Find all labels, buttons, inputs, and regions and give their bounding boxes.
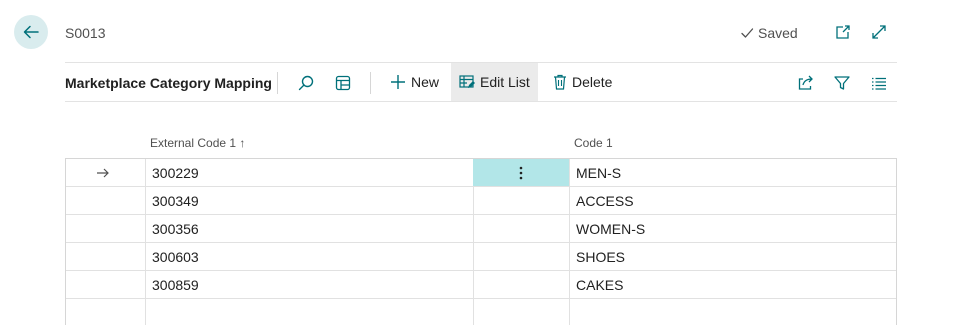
open-new-window-button[interactable]	[833, 22, 853, 42]
table-row[interactable]: 300859 CAKES	[66, 271, 896, 299]
table-row[interactable]: 300229 MEN-S	[66, 159, 896, 187]
share-button[interactable]	[795, 72, 817, 94]
sort-ascending-icon: ↑	[239, 136, 246, 150]
trash-icon	[554, 74, 566, 90]
list-view-button[interactable]	[868, 72, 890, 94]
arrow-left-icon	[23, 25, 39, 39]
column-header-label: Code 1	[574, 136, 613, 150]
saved-status: Saved	[740, 25, 798, 41]
check-icon	[741, 28, 754, 38]
share-icon	[798, 75, 813, 90]
expand-icon	[872, 25, 886, 39]
new-button[interactable]: New	[382, 63, 447, 101]
plus-icon	[391, 75, 405, 89]
divider	[277, 72, 278, 94]
table-row[interactable]: 300603 SHOES	[66, 243, 896, 271]
row-indicator	[96, 159, 116, 186]
external-code-cell[interactable]: 300229	[152, 159, 472, 186]
code-cell[interactable]: ACCESS	[576, 187, 896, 214]
back-button[interactable]	[14, 15, 48, 49]
code-cell[interactable]: MEN-S	[576, 159, 896, 186]
search-button[interactable]	[295, 72, 317, 94]
row-actions-button[interactable]	[473, 159, 569, 186]
column-header-label: External Code 1	[150, 136, 237, 150]
external-code-cell[interactable]: 300859	[152, 271, 472, 298]
code-cell[interactable]: WOMEN-S	[576, 215, 896, 242]
expand-button[interactable]	[869, 22, 889, 42]
edit-list-icon	[459, 75, 475, 88]
external-code-cell[interactable]: 300349	[152, 187, 472, 214]
code-cell[interactable]: SHOES	[576, 243, 896, 270]
column-header-code[interactable]: Code 1	[574, 136, 613, 150]
filter-button[interactable]	[831, 72, 853, 94]
table-row[interactable]: 300349 ACCESS	[66, 187, 896, 215]
page-title: Marketplace Category Mapping	[65, 75, 272, 91]
more-vertical-icon	[519, 166, 523, 179]
code-cell[interactable]: CAKES	[576, 271, 896, 298]
filter-icon	[834, 76, 850, 90]
page: S0013 Saved Marketplace Category Mapping	[0, 0, 964, 325]
action-bar: Marketplace Category Mapping New Edit Li…	[65, 62, 897, 102]
empty-row[interactable]	[66, 299, 896, 325]
table-layout-icon	[335, 75, 351, 91]
list-icon	[872, 77, 886, 90]
delete-button[interactable]: Delete	[545, 63, 620, 101]
delete-label: Delete	[572, 74, 613, 90]
open-in-new-window-icon	[836, 25, 850, 39]
saved-label: Saved	[758, 25, 798, 41]
table-row[interactable]: 300356 WOMEN-S	[66, 215, 896, 243]
column-header-external-code[interactable]: External Code 1 ↑	[150, 136, 245, 150]
edit-list-button[interactable]: Edit List	[451, 63, 538, 101]
record-id: S0013	[65, 25, 106, 41]
divider	[370, 72, 371, 94]
data-grid: 300229 MEN-S 300349 ACCESS 300356 WOMEN-…	[65, 158, 897, 325]
external-code-cell[interactable]: 300356	[152, 215, 472, 242]
arrow-right-icon	[97, 168, 109, 177]
details-pane-button[interactable]	[332, 72, 354, 94]
new-label: New	[411, 74, 440, 90]
external-code-cell[interactable]: 300603	[152, 243, 472, 270]
edit-list-label: Edit List	[480, 74, 530, 90]
search-icon	[298, 75, 314, 91]
